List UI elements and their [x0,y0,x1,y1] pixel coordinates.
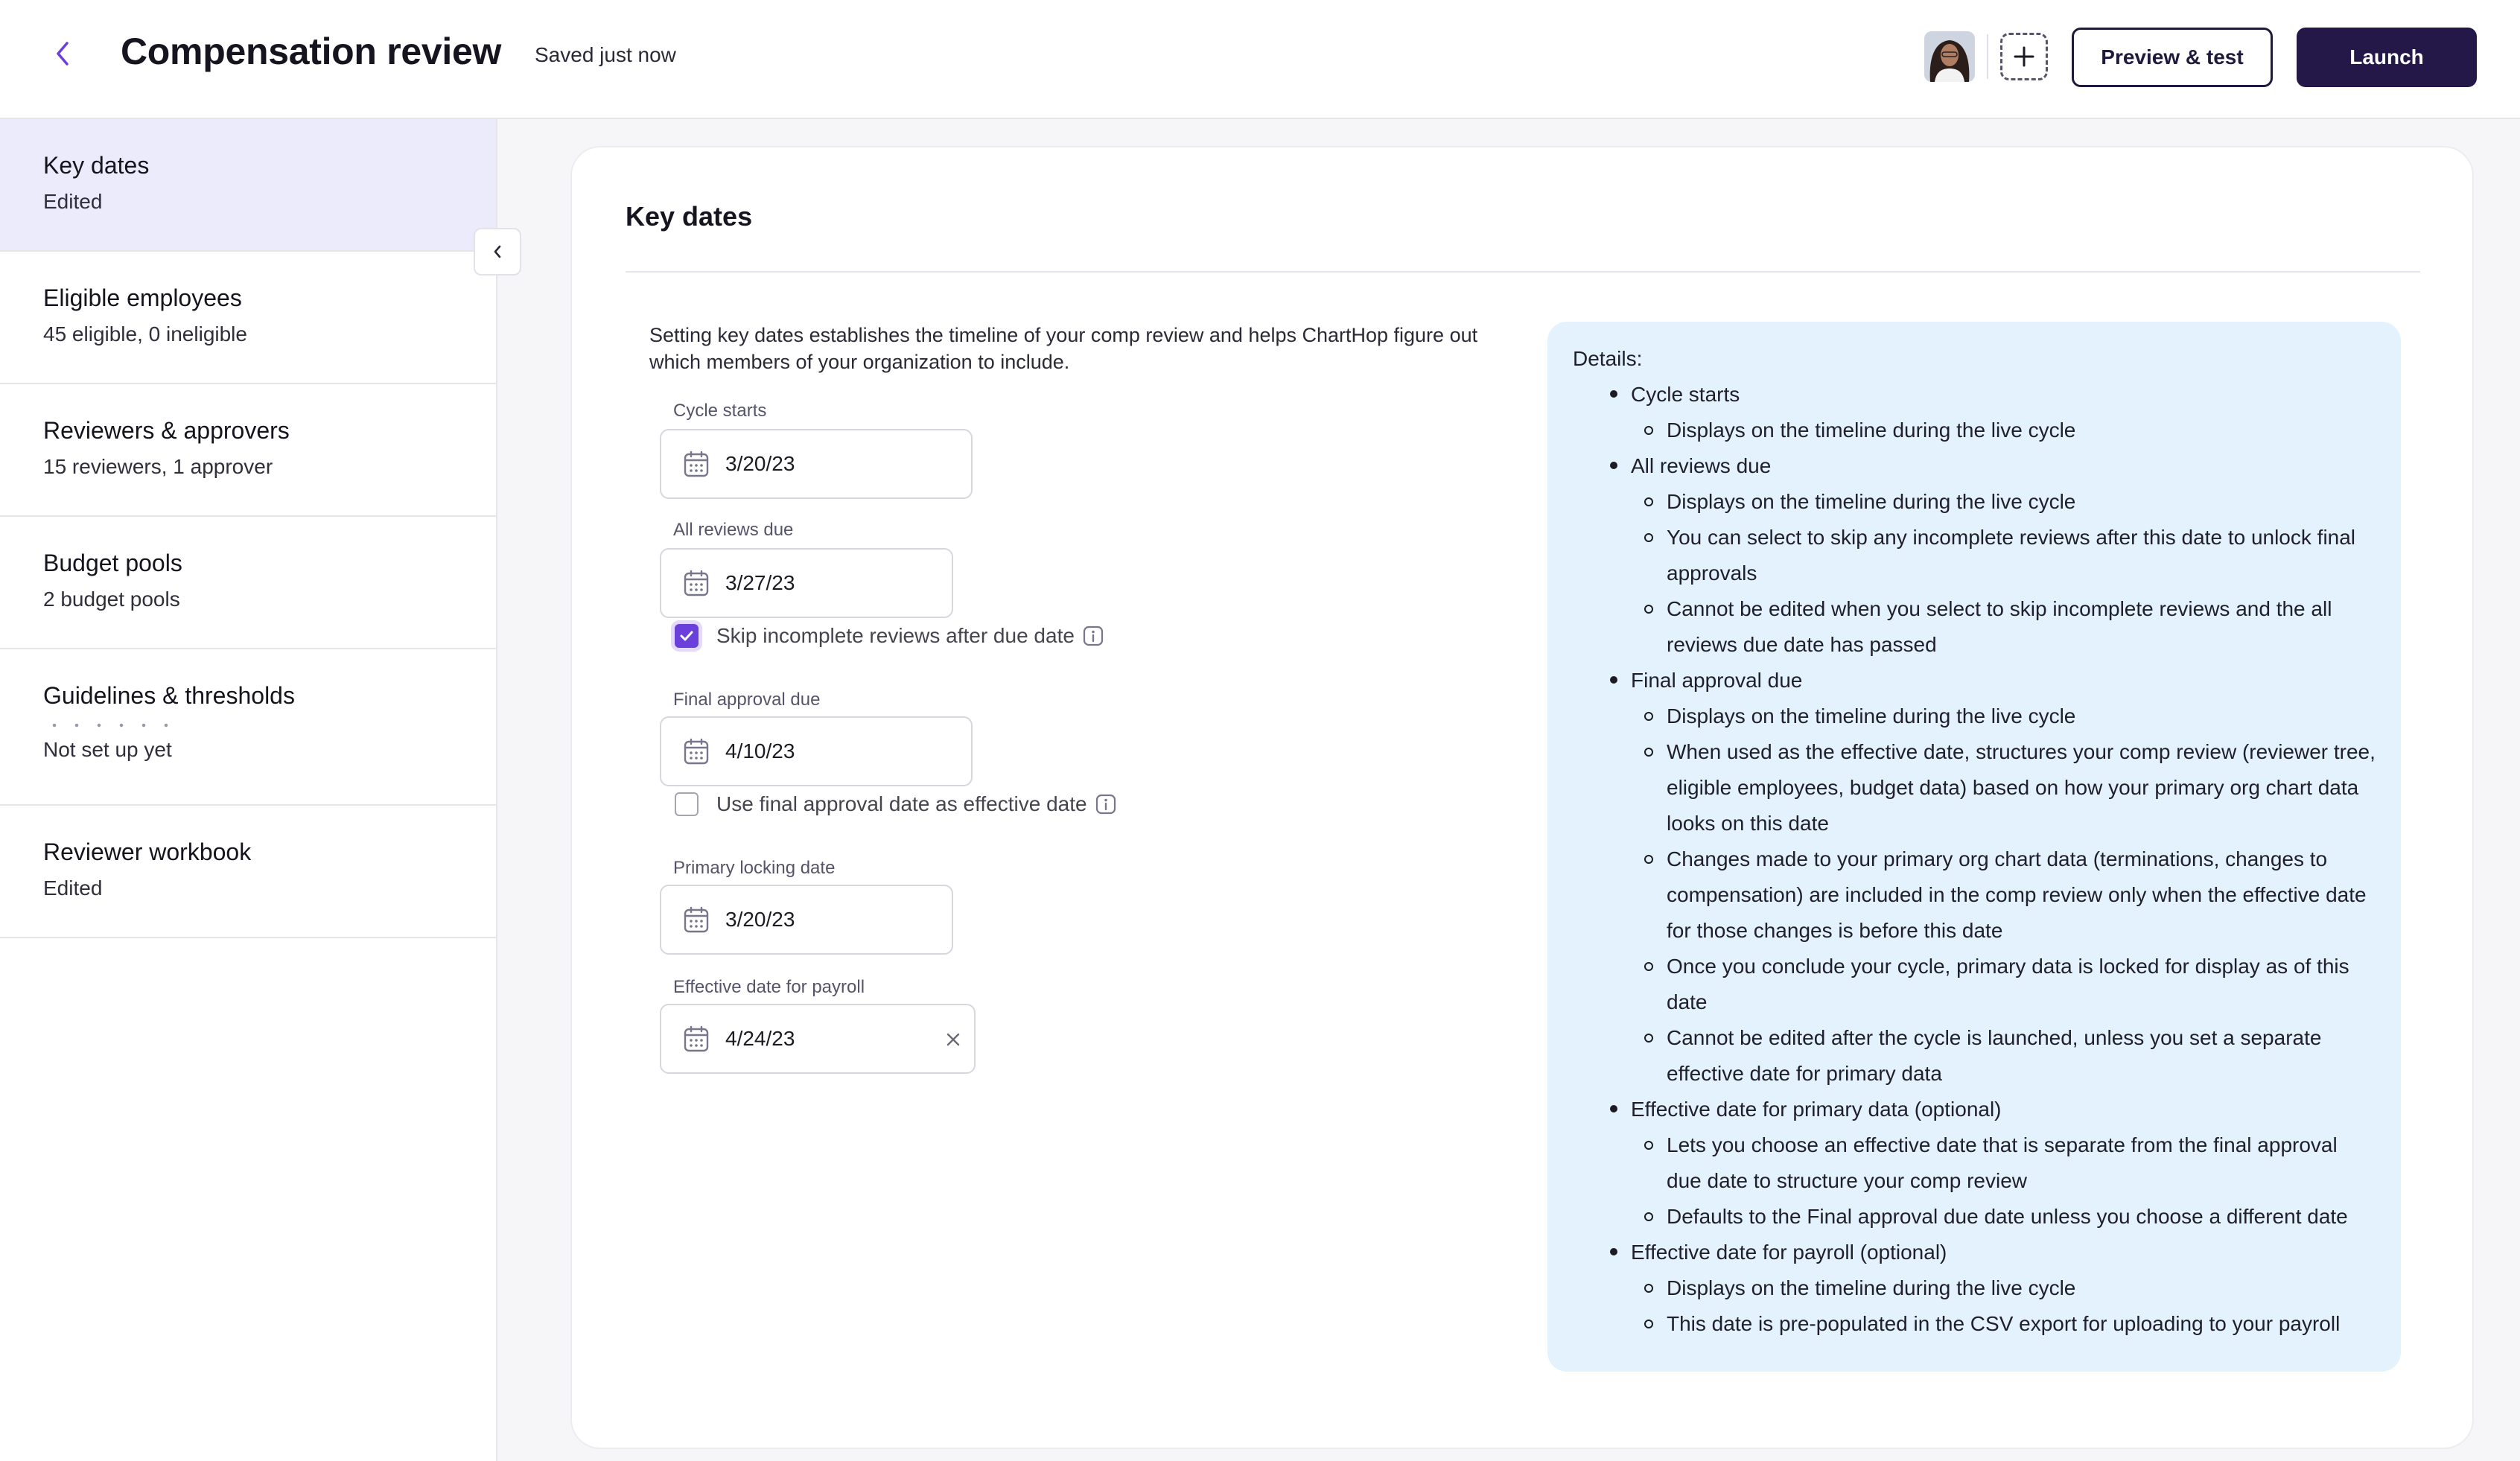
details-item: Displays on the timeline during the live… [1631,484,2376,520]
sidebar-item-title: Eligible employees [43,284,242,311]
sidebar-item-subtitle: Edited [43,876,103,900]
date-value: 4/24/23 [725,1027,795,1050]
section-title: Key dates [626,201,753,232]
calendar-icon [684,451,709,477]
effective-payroll-label: Effective date for payroll [673,977,865,997]
details-item: You can select to skip any incomplete re… [1631,520,2376,591]
top-header: Compensation review Saved just now Previ… [0,0,2520,119]
calendar-icon [684,738,709,765]
sidebar-item-subtitle: 45 eligible, 0 ineligible [43,322,247,346]
sidebar-item-title: Reviewer workbook [43,838,252,865]
sidebar-item-title: Key dates [43,152,150,179]
all-reviews-due-date-input[interactable]: 3/27/23 [660,548,953,618]
back-button[interactable] [42,33,83,74]
details-item: Once you conclude your cycle, primary da… [1631,949,2376,1020]
final-approval-due-date-input[interactable]: 4/10/23 [660,716,973,786]
checkmark-icon [680,631,693,641]
use-final-approval-checkbox-row[interactable]: Use final approval date as effective dat… [675,792,1117,816]
calendar-icon [684,906,709,933]
user-avatar-image [1924,31,1975,82]
details-item: Cannot be edited after the cycle is laun… [1631,1020,2376,1092]
launch-button[interactable]: Launch [2297,28,2477,87]
sidebar-item-guidelines-thresholds[interactable]: Guidelines & thresholds Not set up yet [0,649,496,806]
all-reviews-due-label: All reviews due [673,520,794,540]
details-section-title: All reviews due [1631,454,1772,477]
calendar-icon [684,1025,709,1052]
details-section-title: Cycle starts [1631,383,1740,406]
add-collaborator-button[interactable] [2000,33,2048,80]
details-section-title: Effective date for payroll (optional) [1631,1241,1947,1264]
sidebar: Key dates Edited Eligible employees 45 e… [0,119,497,1461]
chevron-left-icon [494,245,501,258]
page-title: Compensation review [121,31,502,72]
intro-text: Setting key dates establishes the timeli… [649,324,1478,373]
details-item: Changes made to your primary org chart d… [1631,841,2376,949]
details-item: Displays on the timeline during the live… [1631,1270,2376,1306]
details-item: Lets you choose an effective date that i… [1631,1127,2376,1199]
date-value: 3/20/23 [725,908,795,931]
details-panel: Details: Cycle starts Displays on the ti… [1547,322,2401,1372]
skip-incomplete-label: Skip incomplete reviews after due date [716,624,1075,647]
key-dates-card: Key dates Setting key dates establishes … [570,146,2474,1449]
details-section-title: Final approval due [1631,669,1803,692]
sidebar-item-title: Reviewers & approvers [43,417,290,444]
close-icon [946,1033,960,1046]
final-approval-due-label: Final approval due [673,690,821,710]
date-value: 3/27/23 [725,571,795,594]
date-value: 4/10/23 [725,739,795,763]
sidebar-item-subtitle: Not set up yet [43,738,172,761]
details-list: Cycle starts Displays on the timeline du… [1573,377,2376,1342]
cycle-starts-label: Cycle starts [673,401,767,421]
sidebar-item-subtitle: 15 reviewers, 1 approver [43,455,273,478]
details-section-title: Effective date for primary data (optiona… [1631,1098,2002,1121]
cycle-starts-date-input[interactable]: 3/20/23 [660,429,973,499]
details-section: Cycle starts Displays on the timeline du… [1573,377,2376,448]
details-item: When used as the effective date, structu… [1631,734,2376,841]
skip-incomplete-checkbox[interactable] [675,624,699,648]
sidebar-item-title: Guidelines & thresholds [43,682,295,709]
info-icon[interactable] [1082,625,1104,647]
skip-incomplete-checkbox-row[interactable]: Skip incomplete reviews after due date [675,624,1104,648]
preview-test-button[interactable]: Preview & test [2072,28,2273,87]
date-value: 3/20/23 [725,452,795,475]
primary-locking-date-input[interactable]: 3/20/23 [660,885,953,955]
clear-date-button[interactable] [938,1025,968,1054]
sidebar-item-budget-pools[interactable]: Budget pools 2 budget pools [0,517,496,649]
details-section: Final approval due Displays on the timel… [1573,663,2376,1092]
divider [626,271,2420,273]
details-section: Effective date for payroll (optional) Di… [1573,1235,2376,1342]
sidebar-item-title: Budget pools [43,550,182,576]
sidebar-item-subtitle: 2 budget pools [43,588,180,611]
details-item: Defaults to the Final approval due date … [1631,1199,2376,1235]
sidebar-item-key-dates[interactable]: Key dates Edited [0,119,496,252]
details-heading: Details: [1573,347,1643,370]
sidebar-item-eligible-employees[interactable]: Eligible employees 45 eligible, 0 inelig… [0,252,496,384]
avatar[interactable] [1924,31,1975,82]
use-final-approval-checkbox[interactable] [675,792,699,816]
primary-locking-date-label: Primary locking date [673,858,836,878]
details-item: This date is pre-populated in the CSV ex… [1631,1306,2376,1342]
progress-dots [43,720,177,730]
effective-payroll-date-input[interactable]: 4/24/23 [660,1004,976,1074]
details-item: Cannot be edited when you select to skip… [1631,591,2376,663]
calendar-icon [684,570,709,596]
use-final-approval-label: Use final approval date as effective dat… [716,792,1087,815]
details-item: Displays on the timeline during the live… [1631,698,2376,734]
details-section: All reviews due Displays on the timeline… [1573,448,2376,663]
sidebar-item-reviewers-approvers[interactable]: Reviewers & approvers 15 reviewers, 1 ap… [0,384,496,517]
header-divider [1987,34,1988,79]
info-icon[interactable] [1095,793,1117,815]
details-section: Effective date for primary data (optiona… [1573,1092,2376,1235]
collapse-sidebar-button[interactable] [474,228,521,276]
plus-icon [2014,46,2034,67]
details-item: Displays on the timeline during the live… [1631,413,2376,448]
chevron-left-icon [57,42,69,66]
sidebar-item-reviewer-workbook[interactable]: Reviewer workbook Edited [0,806,496,938]
save-status: Saved just now [535,43,676,66]
sidebar-item-subtitle: Edited [43,190,103,213]
